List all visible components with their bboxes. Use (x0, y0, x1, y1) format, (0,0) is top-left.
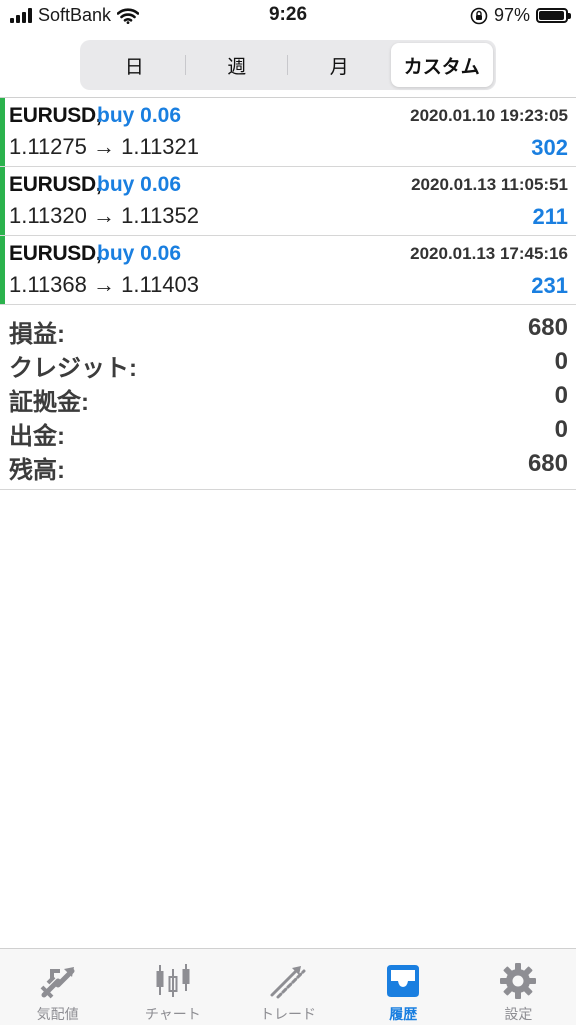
summary-label: 出金: (9, 423, 65, 450)
summary-label: 残高: (9, 457, 65, 484)
candlestick-chart-icon (156, 964, 190, 997)
buy-indicator (0, 236, 5, 304)
trade-profit: 302 (531, 135, 568, 160)
tab-label: 気配値 (36, 1006, 79, 1022)
tab-day[interactable]: 日 (83, 43, 186, 87)
summary-label: クレジット: (9, 355, 137, 382)
quotes-arrows-icon (40, 967, 75, 999)
trade-row[interactable]: EURUSD, buy 0.06 2020.01.13 11:05:51 1.1… (0, 167, 576, 236)
bottom-tab-bar: 気配値 チャート トレード 履歴 設定 (0, 948, 576, 1025)
trade-symbol: EURUSD, (9, 173, 102, 196)
trade-side: buy 0.06 (97, 173, 182, 196)
trade-prices: 1.11275 → 1.11321 (9, 134, 200, 159)
summary-balance-row: 残高: 680 (0, 448, 576, 484)
summary-label: 損益: (9, 321, 65, 348)
trade-side: buy 0.06 (97, 242, 182, 265)
tab-custom[interactable]: カスタム (390, 43, 493, 87)
status-right: 97% (470, 5, 571, 26)
trade-list: EURUSD, buy 0.06 2020.01.10 19:23:05 1.1… (0, 98, 576, 305)
tab-label: 設定 (504, 1006, 533, 1022)
trade-side: buy 0.06 (97, 104, 182, 127)
tab-quotes[interactable]: 気配値 (0, 949, 115, 1025)
summary-value: 0 (554, 416, 568, 443)
status-bar: SoftBank 9:26 97% (0, 0, 576, 34)
buy-indicator (0, 98, 5, 166)
summary-profit-row: 損益: 680 (0, 312, 576, 348)
period-segmented-control: 日 週 月 カスタム (80, 40, 496, 90)
tab-month[interactable]: 月 (288, 43, 391, 87)
settings-gear-icon (500, 963, 537, 999)
tab-settings[interactable]: 設定 (461, 949, 576, 1025)
rotation-lock-icon (470, 7, 488, 24)
tab-week[interactable]: 週 (186, 43, 289, 87)
summary-value: 0 (554, 382, 568, 409)
history-inbox-icon (387, 965, 420, 997)
summary-value: 680 (527, 450, 568, 477)
summary-value: 0 (554, 348, 568, 375)
buy-indicator (0, 167, 5, 235)
summary-deposit-row: 証拠金: 0 (0, 380, 576, 416)
tab-label: チャート (144, 1006, 201, 1022)
summary-label: 証拠金: (9, 389, 89, 416)
trade-profit: 211 (532, 204, 569, 229)
trade-symbol: EURUSD, (9, 104, 102, 127)
tab-chart[interactable]: チャート (115, 949, 230, 1025)
tab-trade[interactable]: トレード (230, 949, 345, 1025)
divider (0, 489, 576, 490)
trade-trend-icon (270, 966, 306, 999)
battery-icon (536, 8, 571, 23)
summary-credit-row: クレジット: 0 (0, 346, 576, 382)
tab-history[interactable]: 履歴 (346, 949, 461, 1025)
trade-prices: 1.11320 → 1.11352 (9, 203, 200, 228)
trade-datetime: 2020.01.13 17:45:16 (410, 244, 568, 263)
trade-datetime: 2020.01.10 19:23:05 (410, 106, 568, 125)
trade-row[interactable]: EURUSD, buy 0.06 2020.01.13 17:45:16 1.1… (0, 236, 576, 305)
trade-profit: 231 (531, 273, 568, 298)
trade-symbol: EURUSD, (9, 242, 102, 265)
trade-datetime: 2020.01.13 11:05:51 (411, 175, 568, 194)
tab-label: トレード (260, 1006, 316, 1022)
battery-percent: 97% (493, 5, 530, 25)
summary-withdrawal-row: 出金: 0 (0, 414, 576, 450)
trade-prices: 1.11368 → 1.11403 (9, 272, 200, 297)
account-summary: 損益: 680 クレジット: 0 証拠金: 0 出金: 0 残高: 680 (0, 312, 576, 484)
tab-label: 履歴 (389, 1006, 418, 1022)
summary-value: 680 (527, 314, 568, 341)
trade-row[interactable]: EURUSD, buy 0.06 2020.01.10 19:23:05 1.1… (0, 98, 576, 167)
